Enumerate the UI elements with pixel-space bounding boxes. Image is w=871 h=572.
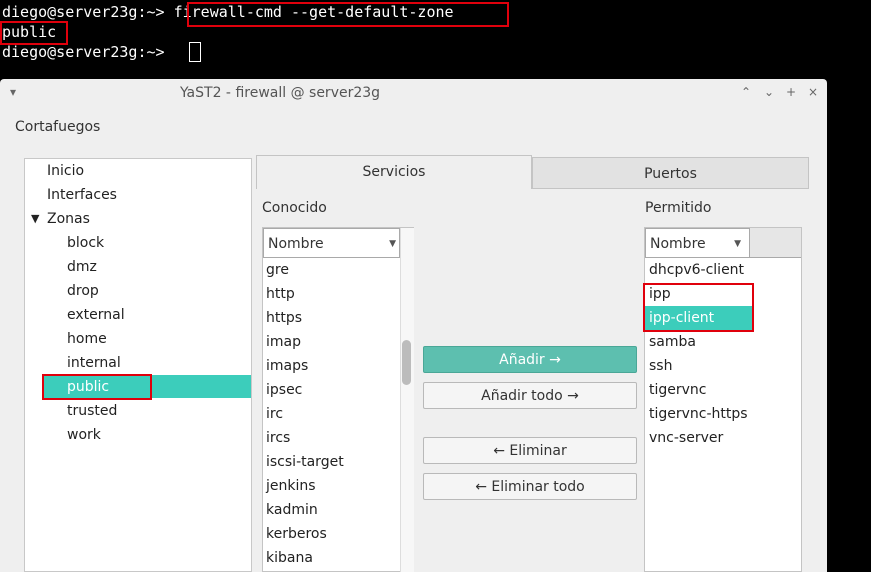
add-all-button[interactable]: Añadir todo → [423,382,637,409]
known-column-header[interactable]: Nombre ▼ [263,228,400,258]
known-item[interactable]: jenkins [262,474,316,498]
allowed-item[interactable]: samba [645,330,696,354]
tab-puertos[interactable]: Puertos [532,157,809,189]
command-highlight-box [187,2,509,27]
known-item[interactable]: http [262,282,295,306]
add-button[interactable]: Añadir → [423,346,637,373]
allowed-highlight-box [643,283,754,332]
known-item[interactable]: kibana [262,546,313,570]
known-item[interactable]: imaps [262,354,308,378]
known-item[interactable]: irc [262,402,283,426]
sort-down-icon: ▼ [734,239,741,249]
tree-item-interfaces[interactable]: Interfaces [47,183,117,207]
allowed-item[interactable]: tigervnc-https [645,402,748,426]
remove-button[interactable]: ← Eliminar [423,437,637,464]
close-icon[interactable]: × [808,85,818,99]
terminal-cursor [189,42,201,62]
known-scrollbar[interactable] [400,228,414,572]
known-item[interactable]: gre [262,258,289,282]
allowed-item[interactable]: tigervnc [645,378,707,402]
sort-down-icon: ▼ [389,239,396,249]
window-titlebar: ▾ YaST2 - firewall @ server23g ⌃ ⌄ + × [0,79,827,107]
known-item[interactable]: imap [262,330,301,354]
tree-zone-trusted[interactable]: trusted [67,399,117,423]
allowed-item[interactable]: dhcpv6-client [645,258,744,282]
known-item[interactable]: ipsec [262,378,302,402]
terminal-prompt-line: diego@server23g:~> [2,43,174,61]
terminal-prompt: diego@server23g:~> [2,3,174,21]
allowed-label: Permitido [645,200,712,216]
allowed-column-label: Nombre [650,236,706,252]
expand-arrow-icon[interactable]: ▼ [31,207,39,231]
known-label: Conocido [262,200,327,216]
tree-zone-internal[interactable]: internal [67,351,121,375]
allowed-item[interactable]: ssh [645,354,672,378]
minimize-icon[interactable]: ⌄ [764,85,774,99]
known-item[interactable]: ircs [262,426,290,450]
known-item[interactable]: https [262,306,302,330]
known-item[interactable]: iscsi-target [262,450,344,474]
tree-zone-drop[interactable]: drop [67,279,99,303]
allowed-column-header[interactable]: Nombre ▼ [645,228,750,258]
tree-item-zonas[interactable]: Zonas [47,207,90,231]
tree-zone-block[interactable]: block [67,231,104,255]
remove-all-button[interactable]: ← Eliminar todo [423,473,637,500]
tab-servicios[interactable]: Servicios [256,155,532,189]
allowed-header-filler [750,228,801,258]
tree-zone-external[interactable]: external [67,303,125,327]
tree-zone-dmz[interactable]: dmz [67,255,97,279]
known-column-label: Nombre [268,236,324,252]
tree-zone-home[interactable]: home [67,327,107,351]
tree-item-inicio[interactable]: Inicio [47,159,84,183]
window-title: YaST2 - firewall @ server23g [179,85,381,101]
keep-above-icon[interactable]: ⌃ [741,85,751,99]
maximize-icon[interactable]: + [786,85,796,99]
section-title: Cortafuegos [15,119,101,135]
known-item[interactable]: kerberos [262,522,327,546]
known-item[interactable]: kadmin [262,498,318,522]
tree-zone-work[interactable]: work [67,423,101,447]
zone-highlight-box [42,374,152,400]
scrollbar-thumb[interactable] [402,340,411,385]
allowed-item[interactable]: vnc-server [645,426,723,450]
